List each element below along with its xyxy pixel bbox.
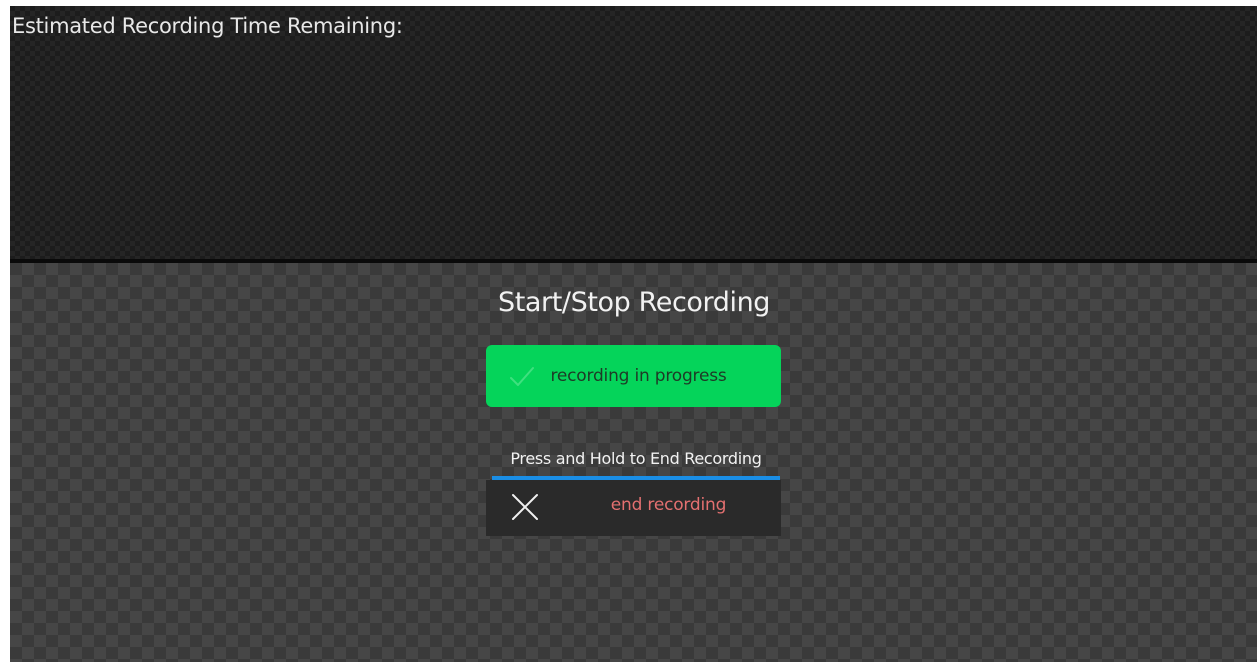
recording-status-panel: Estimated Recording Time Remaining:: [10, 6, 1257, 260]
recording-status-label: recording in progress: [550, 366, 727, 386]
close-icon: [512, 494, 538, 520]
app-window: Estimated Recording Time Remaining: Star…: [0, 0, 1257, 662]
recording-status-button[interactable]: recording in progress: [486, 345, 781, 407]
end-recording-label: end recording: [610, 495, 727, 515]
end-recording-button[interactable]: end recording: [486, 480, 781, 536]
section-title: Start/Stop Recording: [497, 287, 771, 318]
hold-instruction-label: Press and Hold to End Recording: [510, 449, 762, 468]
time-remaining-label: Estimated Recording Time Remaining:: [12, 14, 403, 38]
check-icon: [510, 367, 534, 386]
window-edge: [0, 0, 10, 662]
